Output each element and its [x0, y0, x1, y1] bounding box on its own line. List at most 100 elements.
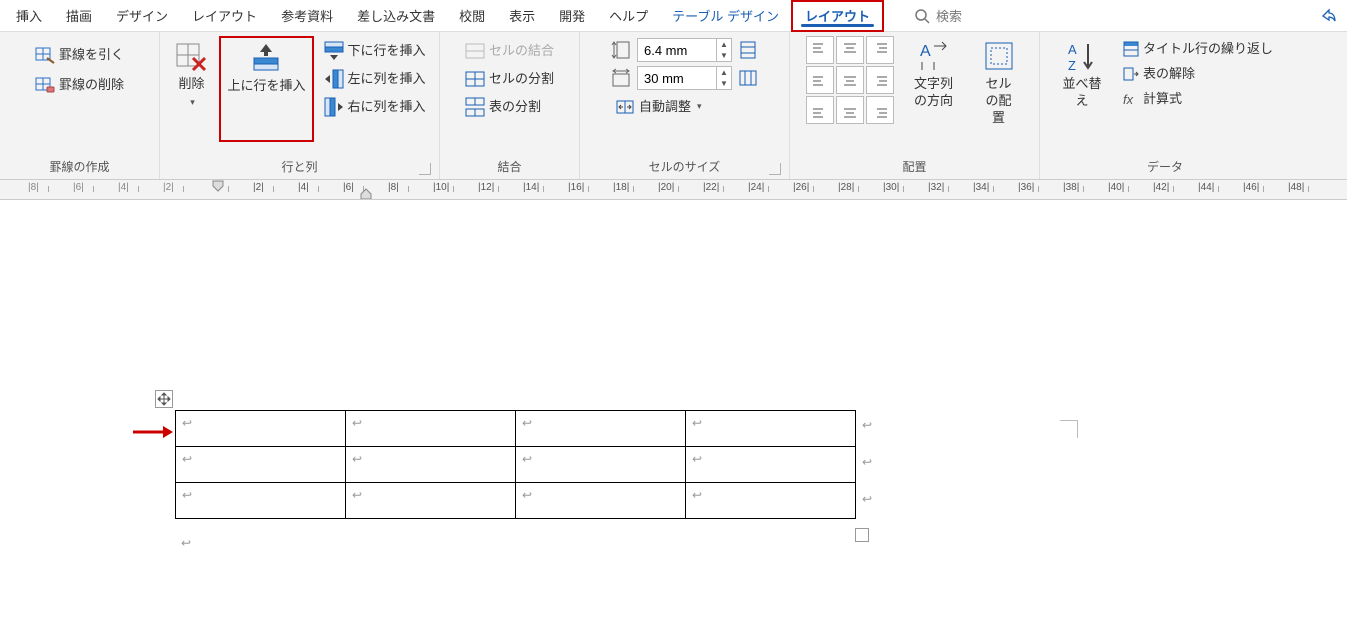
delete-icon: [175, 40, 207, 72]
dialog-launcher-rows-cols[interactable]: [419, 163, 431, 175]
ruler-tick: |2|: [163, 182, 174, 193]
autofit-label: 自動調整: [639, 99, 691, 116]
align-bot-right[interactable]: [866, 96, 894, 124]
align-mid-center[interactable]: [836, 66, 864, 94]
ruler-tick: |20|: [658, 182, 674, 193]
convert-to-text-icon: [1123, 66, 1139, 82]
tab-review[interactable]: 校閲: [447, 0, 497, 32]
col-width-icon: [611, 68, 631, 88]
tab-layout[interactable]: レイアウト: [180, 0, 269, 32]
tab-draw[interactable]: 描画: [54, 0, 104, 32]
convert-to-text-button[interactable]: 表の解除: [1119, 63, 1277, 86]
tab-mailings[interactable]: 差し込み文書: [345, 0, 447, 32]
group-merge-label: 結合: [497, 158, 521, 175]
svg-text:Z: Z: [1068, 58, 1076, 72]
document-area[interactable]: ↩↩↩↩ ↩↩↩↩ ↩↩↩↩ ↩ ↩ ↩ ↩: [0, 200, 1347, 643]
ruler-tick: |2|: [253, 182, 264, 193]
group-merge: セルの結合 セルの分割 表の分割 結合: [440, 32, 580, 179]
tab-help[interactable]: ヘルプ: [597, 0, 660, 32]
table-resize-handle[interactable]: [855, 528, 869, 542]
insert-row-below-button[interactable]: 下に行を挿入: [320, 38, 430, 64]
ruler-tick: |34|: [973, 182, 989, 193]
table-move-handle[interactable]: [155, 390, 173, 408]
group-cell-size: ▲▼ ▲▼ 自動調整 ▾ セルのサイズ: [580, 32, 790, 179]
annotation-arrow: [133, 425, 173, 442]
insert-col-right-button[interactable]: 右に列を挿入: [320, 94, 430, 120]
ruler-tick: |16|: [568, 182, 584, 193]
width-down[interactable]: ▼: [717, 78, 731, 89]
height-up[interactable]: ▲: [717, 39, 731, 50]
ruler-tick: |8|: [28, 182, 39, 193]
insert-col-left-button[interactable]: 左に列を挿入: [320, 66, 430, 92]
split-cells-label: セルの分割: [489, 71, 554, 88]
cell-margins-button[interactable]: セルの配置: [974, 36, 1024, 142]
group-alignment: A 文字列の方向 セルの配置 配置: [790, 32, 1040, 179]
repeat-header-button[interactable]: タイトル行の繰り返し: [1119, 38, 1277, 61]
col-width-spinner[interactable]: ▲▼: [637, 66, 732, 90]
formula-button[interactable]: fx 計算式: [1119, 88, 1277, 111]
search-box[interactable]: 検索: [914, 6, 962, 25]
search-placeholder: 検索: [936, 6, 962, 25]
draw-border-button[interactable]: 罫線を引く: [31, 42, 128, 68]
group-rows-cols: 削除 ▾ 上に行を挿入 下に行を挿入 左に列を挿入: [160, 32, 440, 179]
ruler-tick: |10|: [433, 182, 449, 193]
ribbon: 罫線を引く 罫線の削除 罫線の作成 削除 ▾: [0, 32, 1347, 180]
insert-row-below-icon: [324, 41, 344, 61]
margin-corner-top-right: [1060, 420, 1078, 438]
align-top-right[interactable]: [866, 36, 894, 64]
document-table[interactable]: ↩↩↩↩ ↩↩↩↩ ↩↩↩↩: [175, 410, 856, 519]
height-down[interactable]: ▼: [717, 50, 731, 61]
svg-text:A: A: [920, 43, 931, 60]
share-button[interactable]: [1321, 8, 1337, 24]
tab-table-design[interactable]: テーブル デザイン: [660, 0, 791, 32]
row-height-input[interactable]: [638, 43, 716, 58]
share-icon: [1321, 8, 1337, 24]
align-mid-right[interactable]: [866, 66, 894, 94]
erase-border-icon: [35, 75, 55, 95]
horizontal-ruler[interactable]: |8||6||4||2||2||4||6||8||10||12||14||16|…: [0, 180, 1347, 200]
dialog-launcher-cell-size[interactable]: [769, 163, 781, 175]
insert-row-above-label: 上に行を挿入: [227, 78, 305, 95]
table-row[interactable]: ↩↩↩↩: [176, 483, 856, 519]
tab-insert[interactable]: 挿入: [4, 0, 54, 32]
erase-border-button[interactable]: 罫線の削除: [31, 72, 128, 98]
align-mid-left[interactable]: [806, 66, 834, 94]
ruler-tick: |8|: [388, 182, 399, 193]
ruler-tick: |32|: [928, 182, 944, 193]
sort-button[interactable]: AZ 並べ替え: [1053, 36, 1111, 142]
autofit-button[interactable]: 自動調整 ▾: [611, 94, 758, 120]
first-line-indent-marker[interactable]: [212, 180, 224, 200]
align-top-center[interactable]: [836, 36, 864, 64]
tab-table-layout[interactable]: レイアウト: [791, 0, 884, 32]
distribute-rows-icon[interactable]: [738, 40, 758, 60]
split-cells-button[interactable]: セルの分割: [461, 66, 558, 92]
end-of-row-marker: ↩: [862, 455, 872, 469]
width-up[interactable]: ▲: [717, 67, 731, 78]
table-row[interactable]: ↩↩↩↩: [176, 447, 856, 483]
split-table-button[interactable]: 表の分割: [461, 94, 558, 120]
tab-references[interactable]: 参考資料: [269, 0, 345, 32]
row-height-icon: [611, 40, 631, 60]
alignment-grid: [806, 36, 894, 124]
table-row[interactable]: ↩↩↩↩: [176, 411, 856, 447]
tab-design[interactable]: デザイン: [104, 0, 180, 32]
align-bot-left[interactable]: [806, 96, 834, 124]
ruler-tick: |18|: [613, 182, 629, 193]
align-bot-center[interactable]: [836, 96, 864, 124]
distribute-cols-icon[interactable]: [738, 68, 758, 88]
group-cell-size-label: セルのサイズ: [649, 158, 721, 175]
col-width-input[interactable]: [638, 71, 716, 86]
insert-row-above-button[interactable]: 上に行を挿入: [219, 36, 313, 142]
hanging-indent-marker[interactable]: [360, 188, 372, 200]
text-direction-button[interactable]: A 文字列の方向: [904, 36, 964, 142]
ruler-tick: |12|: [478, 182, 494, 193]
tab-view[interactable]: 表示: [497, 0, 547, 32]
formula-icon: fx: [1123, 91, 1139, 107]
end-of-row-marker: ↩: [862, 418, 872, 432]
row-height-spinner[interactable]: ▲▼: [637, 38, 732, 62]
group-data-label: データ: [1147, 158, 1183, 175]
align-top-left[interactable]: [806, 36, 834, 64]
tab-developer[interactable]: 開発: [547, 0, 597, 32]
delete-button[interactable]: 削除 ▾: [169, 36, 213, 142]
ruler-tick: |22|: [703, 182, 719, 193]
